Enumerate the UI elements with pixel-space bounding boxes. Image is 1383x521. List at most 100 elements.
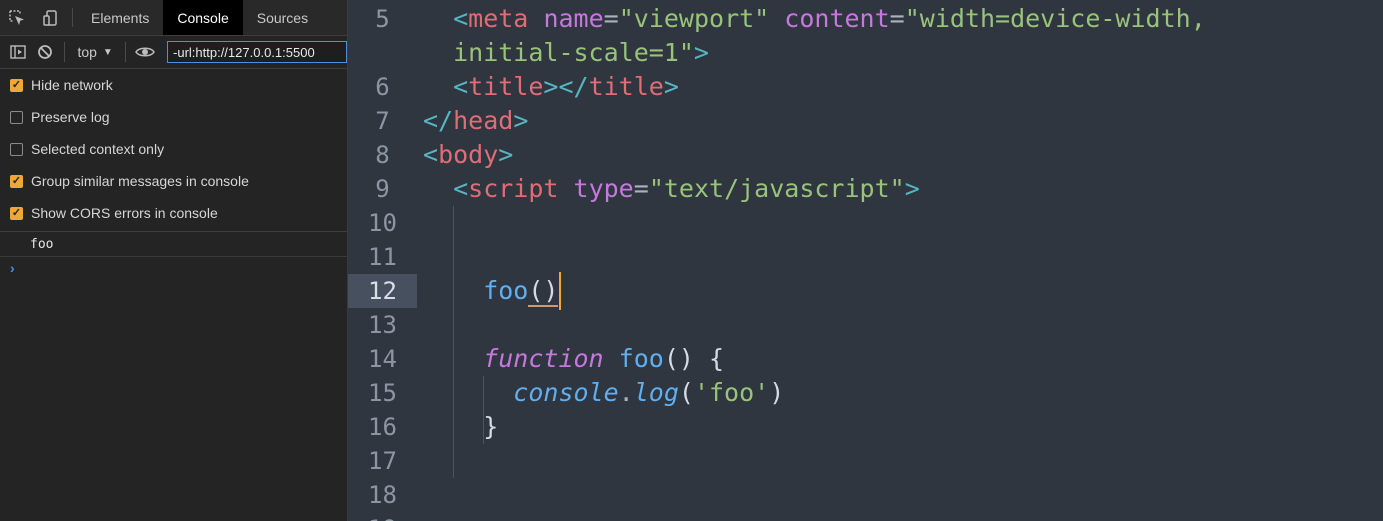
tab-elements[interactable]: Elements [77,0,163,35]
clear-console-icon[interactable] [31,36,58,68]
code-token: body [438,140,499,169]
code-line[interactable]: 8 <body> [348,138,1383,172]
code-token: function [483,344,604,373]
code-token: "text/javascript" [648,174,905,203]
line-number: 12 [348,274,417,308]
code-token: ) [769,378,785,407]
code-text: function foo() { [483,342,724,376]
line-number: 5 [375,5,390,33]
console-log: foo [0,232,347,257]
context-label: top [77,44,97,60]
code-token: name [543,4,604,33]
device-toolbar-icon[interactable] [34,0,68,35]
code-text: <script type="text/javascript"> [453,172,920,206]
code-token: } [483,412,499,441]
code-text: <body> [423,138,513,172]
setting-row[interactable]: ✓ Hide network [0,69,347,101]
code-token: > [663,72,679,101]
code-token: < [453,4,469,33]
code-token: () [528,276,559,307]
code-text: } [483,410,498,444]
code-token: > [693,38,709,67]
code-line[interactable]: 15 console.log('foo') [348,376,1383,410]
setting-row[interactable]: ✓ Selected context only [0,133,347,165]
line-number: 8 [375,141,390,169]
code-line[interactable]: initial-scale=1"> [348,36,1383,70]
code-line[interactable]: 17 [348,444,1383,478]
code-line[interactable]: 6 <title></title> [348,70,1383,104]
code-token: foo [618,344,664,373]
code-token: > [498,140,514,169]
code-line[interactable]: 16} [348,410,1383,444]
code-line[interactable]: 18 [348,478,1383,512]
code-token: ( [678,378,694,407]
code-text: foo() [483,274,559,308]
line-number: 7 [375,107,390,135]
code-line[interactable]: 12 foo() [348,274,1383,308]
toolbar-separator [64,42,66,62]
checkbox-unchecked-icon[interactable]: ✓ [10,142,23,156]
checkbox-checked-icon[interactable]: ✓ [10,206,23,220]
code-line[interactable]: 9 <script type="text/javascript"> [348,172,1383,206]
tab-sources[interactable]: Sources [243,0,322,35]
devtools-panel: ElementsConsoleSources top ▼ ✓ Hide netwo… [0,0,348,521]
code-text: <title></title> [453,70,679,104]
code-token: type [573,174,634,203]
code-token: "width=device-width, [904,4,1206,33]
code-token: title [468,72,544,101]
checkbox-unchecked-icon[interactable]: ✓ [10,110,23,124]
checkbox-checked-icon[interactable]: ✓ [10,174,23,188]
code-token: 'foo' [693,378,770,407]
setting-row[interactable]: ✓ Group similar messages in console [0,165,347,197]
line-number: 14 [368,345,397,373]
code-line[interactable]: 11 [348,240,1383,274]
line-number: 18 [368,481,397,509]
code-token: console [513,378,619,407]
line-number: 15 [368,379,397,407]
code-token: foo [483,276,529,305]
code-token: > [904,174,920,203]
code-line[interactable]: 13 [348,308,1383,342]
code-token: log [633,378,679,407]
setting-row[interactable]: ✓ Show CORS errors in console [0,197,347,229]
code-token: () { [663,344,725,373]
inspect-element-icon[interactable] [0,0,34,35]
line-number: 10 [368,209,397,237]
code-line[interactable]: 19 [348,512,1383,521]
checkbox-checked-icon[interactable]: ✓ [10,78,23,92]
line-number: 9 [375,175,390,203]
code-token: content [784,4,890,33]
tabbar-separator [72,8,73,27]
tab-console[interactable]: Console [163,0,243,35]
line-number [348,36,417,70]
console-toolbar: top ▼ [0,36,347,69]
code-line[interactable]: 10 [348,206,1383,240]
line-number: 6 [375,73,390,101]
code-token: head [453,106,514,135]
code-line[interactable]: 14 function foo() { [348,342,1383,376]
execution-context-selector[interactable]: top ▼ [71,44,118,60]
sidebar-toggle-icon[interactable] [4,36,31,68]
console-filter-input[interactable] [167,41,347,63]
code-token: meta [468,4,529,33]
devtools-tabbar: Elements Console Sources [0,0,347,36]
prompt-chevron-icon: › [10,260,15,276]
setting-label: Hide network [31,77,113,93]
line-number: 11 [368,243,397,271]
console-prompt[interactable]: › [0,257,347,279]
code-line[interactable]: 5 <meta name="viewport" content="width=de… [348,2,1383,36]
code-token: title [588,72,664,101]
console-settings: ✓ Hide network ✓ Preserve log ✓ Selected cont… [0,69,347,232]
eye-icon[interactable] [132,36,159,68]
code-token: = [603,4,619,33]
console-message: foo [0,232,347,257]
setting-row[interactable]: ✓ Preserve log [0,101,347,133]
setting-label: Show CORS errors in console [31,205,218,221]
code-token: initial-scale=1" [453,38,694,67]
code-editor[interactable]: 5 <meta name="viewport" content="width=de… [348,0,1383,521]
code-line[interactable]: 7 </head> [348,104,1383,138]
